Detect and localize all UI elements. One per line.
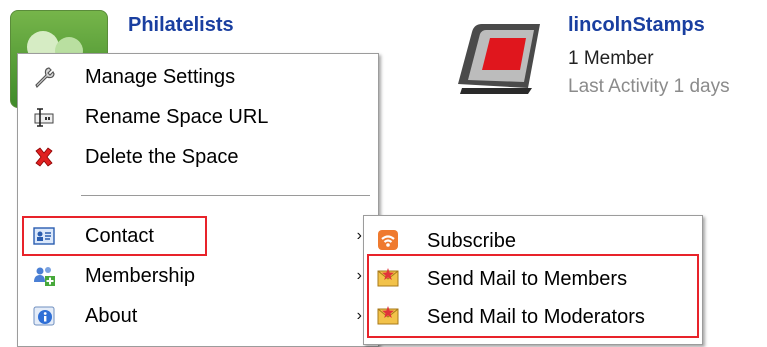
wrench-icon [32,65,56,89]
menu-item-delete-space[interactable]: Delete the Space [18,137,376,177]
submenu-arrow-icon: › [356,227,362,244]
membership-icon [32,264,56,288]
rss-icon [376,228,400,252]
submenu-arrow-icon: › [356,307,362,324]
menu-label: Manage Settings [85,65,236,88]
space-title-philatelists[interactable]: Philatelists [128,14,234,37]
menu-separator [81,195,370,196]
menu-label: Delete the Space [85,145,239,168]
submenu-label: Subscribe [427,230,516,252]
space-last-activity: Last Activity 1 days [568,76,730,97]
menu-item-rename-space-url[interactable]: Rename Space URL [18,97,376,137]
menu-item-about[interactable]: About › [18,296,376,336]
space-context-menu: Manage Settings Rename Space URL Delete … [17,53,379,347]
space-member-count: 1 Member [568,48,654,69]
lincolnstamps-thumbnail[interactable] [448,12,548,98]
menu-item-membership[interactable]: Membership › [18,256,376,296]
info-icon [32,304,56,328]
contact-highlight-box [22,216,207,256]
send-mail-highlight-box [367,254,699,338]
stamp-logo-icon [458,24,540,94]
menu-label: About [85,304,138,327]
menu-label: Rename Space URL [85,105,269,128]
submenu-arrow-icon: › [356,267,362,284]
space-title-lincolnstamps[interactable]: lincolnStamps [568,14,705,37]
delete-x-icon [32,145,56,169]
menu-label: Membership [85,264,196,287]
rename-url-icon [32,105,56,129]
menu-item-manage-settings[interactable]: Manage Settings [18,57,376,97]
